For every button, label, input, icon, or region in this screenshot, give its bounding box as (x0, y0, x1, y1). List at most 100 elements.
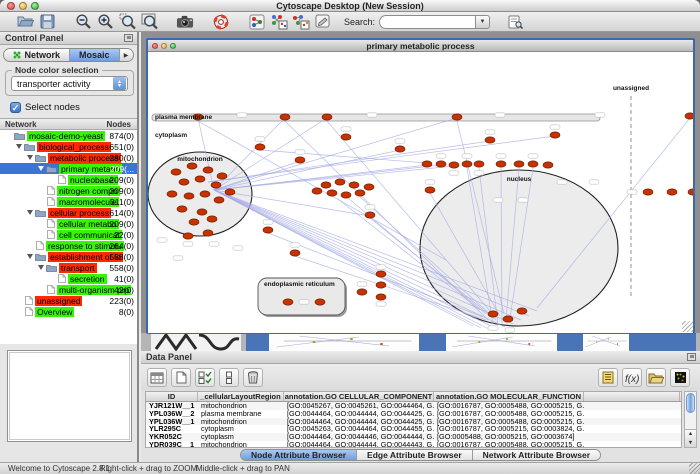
network-node[interactable] (195, 176, 205, 182)
network-node[interactable] (422, 161, 432, 167)
tree-expand-icon[interactable] (27, 155, 33, 160)
table-scrollbar-thumb[interactable] (686, 393, 695, 413)
network-node[interactable] (187, 163, 197, 169)
table-row[interactable]: YKR052Ccytoplasm[GO:0044464, GO:0044446,… (146, 433, 681, 441)
network-node[interactable] (179, 179, 189, 185)
table-column-header[interactable] (584, 392, 680, 401)
network-node[interactable] (543, 162, 553, 168)
network-node[interactable] (349, 182, 359, 188)
help-lifebuoy-icon[interactable] (211, 13, 231, 31)
network-node[interactable] (376, 282, 386, 288)
table-row[interactable]: YDR039C__1mitochondrion[GO:0044464, GO:0… (146, 441, 681, 448)
network-node[interactable] (667, 189, 677, 195)
layout-a-icon[interactable] (269, 13, 289, 31)
network-node[interactable] (312, 188, 322, 194)
select-nodes-checkbox[interactable]: ✓ (10, 102, 21, 113)
search-options-icon[interactable] (505, 13, 525, 31)
table-scrollbar[interactable]: ▲ ▼ (684, 391, 697, 448)
network-node[interactable] (295, 157, 305, 163)
network-node[interactable] (474, 161, 484, 167)
network-node[interactable] (263, 227, 273, 233)
network-node[interactable] (315, 299, 325, 305)
app-resize-grip[interactable] (689, 463, 700, 474)
tabs-overflow-icon[interactable]: ▶ (120, 49, 133, 61)
tree-item[interactable]: cellular metabo209(0) (0, 218, 137, 229)
network-node[interactable] (280, 114, 290, 120)
node-color-select[interactable]: transporter activity ▲▼ (11, 76, 128, 91)
tree-item[interactable]: transport558(0) (0, 262, 137, 273)
data-panel-float-icon[interactable] (687, 353, 696, 361)
save-session-icon[interactable] (37, 13, 57, 31)
network-node[interactable] (514, 161, 524, 167)
attribute-list-icon[interactable] (598, 368, 618, 387)
tree-item[interactable]: multi-organism pro42(0) (0, 284, 137, 295)
table-column-header[interactable]: annotation.GO CELLULAR_COMPONENT (284, 392, 434, 401)
network-node[interactable] (425, 187, 435, 193)
network-node[interactable] (496, 161, 506, 167)
browser-tab[interactable]: Node Attribute Browser (241, 450, 357, 460)
zoom-out-icon[interactable] (73, 13, 93, 31)
tree-expand-icon[interactable] (27, 210, 33, 215)
table-row[interactable]: YPL036W__2plasma membrane[GO:0044464, GO… (146, 410, 681, 418)
network-node[interactable] (376, 294, 386, 300)
network-node[interactable] (341, 192, 351, 198)
network-node[interactable] (452, 114, 462, 120)
network-node[interactable] (335, 179, 345, 185)
window-resize-grip[interactable] (682, 321, 693, 332)
tree-item[interactable]: secretion41(0) (0, 273, 137, 284)
network-node[interactable] (364, 184, 374, 190)
network-node[interactable] (462, 161, 472, 167)
network-node[interactable] (167, 191, 177, 197)
network-node[interactable] (485, 137, 495, 143)
network-node[interactable] (517, 308, 527, 314)
table-row[interactable]: YJR121W__1mitochondrion[GO:0045267, GO:0… (146, 402, 681, 410)
zoom-in-icon[interactable] (95, 13, 115, 31)
network-overview-icon[interactable] (247, 13, 267, 31)
zoom-selected-icon[interactable] (117, 13, 137, 31)
network-node[interactable] (255, 144, 265, 150)
network-node[interactable] (449, 162, 459, 168)
network-node[interactable] (203, 167, 213, 173)
table-row[interactable]: YLR295Ccytoplasm[GO:0045263, GO:0044464,… (146, 425, 681, 433)
table-column-header[interactable]: _cellularLayoutRegion (198, 392, 284, 401)
network-node[interactable] (643, 189, 653, 195)
import-attributes-icon[interactable] (646, 368, 666, 387)
tree-item[interactable]: mosaic-demo-yeast874(0) (0, 130, 137, 141)
network-node[interactable] (321, 182, 331, 188)
function-builder-icon[interactable]: f(x) (622, 368, 642, 387)
snapshot-camera-icon[interactable] (175, 13, 195, 31)
browser-tab[interactable]: Network Attribute Browser (473, 450, 600, 460)
network-node[interactable] (395, 146, 405, 152)
tree-item[interactable]: nucleobase-209(0) (0, 174, 137, 185)
scroll-up-icon[interactable]: ▲ (685, 430, 696, 439)
unselect-all-attributes-icon[interactable] (219, 368, 239, 387)
network-node[interactable] (357, 289, 367, 295)
search-input[interactable] (379, 15, 475, 29)
table-row[interactable]: YPL036W__1mitochondrion[GO:0044464, GO:0… (146, 418, 681, 426)
network-node[interactable] (488, 311, 498, 317)
network-node[interactable] (685, 113, 693, 119)
network-node[interactable] (290, 250, 300, 256)
network-node[interactable] (225, 189, 235, 195)
network-node[interactable] (214, 197, 224, 203)
network-node[interactable] (376, 271, 386, 277)
create-attribute-icon[interactable] (171, 368, 191, 387)
tree-item[interactable]: nitrogen compo209(0) (0, 185, 137, 196)
float-panel-icon[interactable] (124, 34, 133, 42)
network-node[interactable] (184, 193, 194, 199)
scroll-down-icon[interactable]: ▼ (685, 439, 696, 448)
tree-item[interactable]: response to stimulu264(0) (0, 240, 137, 251)
network-node[interactable] (688, 189, 693, 195)
annotations-icon[interactable] (313, 13, 333, 31)
zoom-fit-icon[interactable] (139, 13, 159, 31)
tree-item[interactable]: primary metabo209(... (0, 163, 137, 174)
tree-item[interactable]: metabolic process280(0) (0, 152, 137, 163)
tree-expand-icon[interactable] (38, 265, 44, 270)
network-node[interactable] (436, 161, 446, 167)
network-node[interactable] (203, 230, 213, 236)
network-node[interactable] (327, 190, 337, 196)
table-column-header[interactable]: annotation.GO MOLECULAR_FUNCTION (434, 392, 584, 401)
network-node[interactable] (200, 191, 210, 197)
birdseye-view[interactable] (7, 350, 132, 442)
tab-mosaic[interactable]: Mosaic (70, 49, 120, 61)
